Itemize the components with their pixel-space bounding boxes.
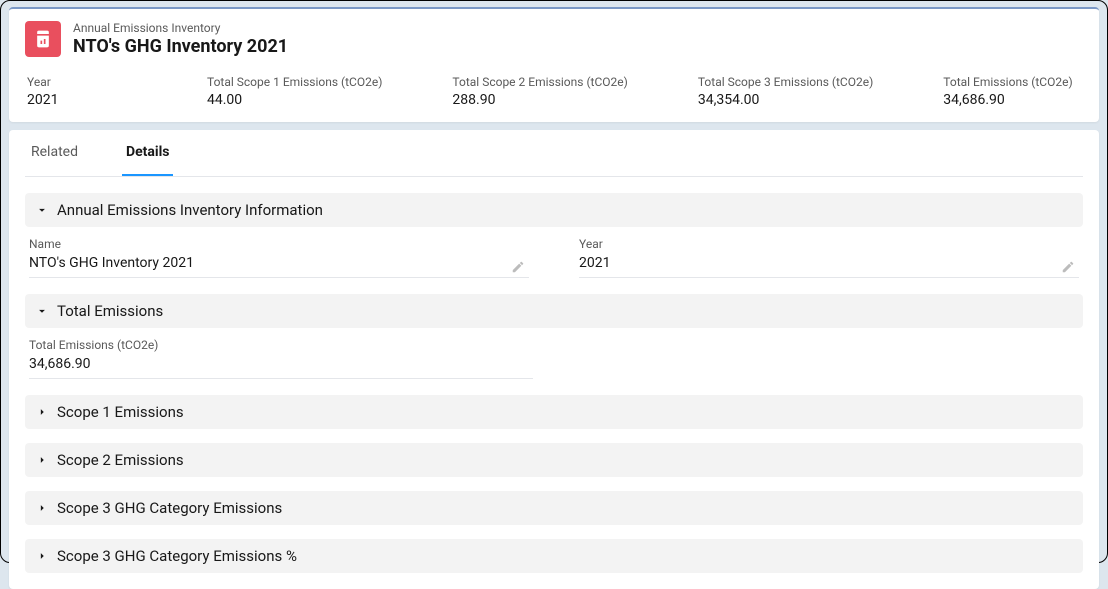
section-header-scope1[interactable]: Scope 1 Emissions	[25, 395, 1083, 429]
field-year: Year 2021	[579, 237, 1079, 278]
field-total-emissions: Total Emissions (tCO2e) 34,686.90	[29, 338, 533, 379]
field-label: Name	[29, 237, 529, 251]
highlight-value: 2021	[27, 92, 137, 108]
tab-details[interactable]: Details	[122, 130, 174, 176]
tab-related[interactable]: Related	[27, 130, 82, 176]
highlight-scope2: Total Scope 2 Emissions (tCO2e) 288.90	[452, 75, 627, 108]
detail-card: Related Details Annual Emissions Invento…	[9, 130, 1099, 589]
chevron-right-icon	[35, 501, 49, 515]
record-header: Annual Emissions Inventory NTO's GHG Inv…	[9, 7, 1099, 122]
highlight-value: 34,354.00	[698, 92, 873, 108]
chevron-right-icon	[35, 549, 49, 563]
highlight-value: 34,686.90	[943, 92, 1072, 108]
header-text: Annual Emissions Inventory NTO's GHG Inv…	[73, 21, 288, 57]
highlight-total: Total Emissions (tCO2e) 34,686.90	[943, 75, 1072, 108]
highlight-value: 288.90	[452, 92, 627, 108]
section-title: Annual Emissions Inventory Information	[57, 201, 323, 219]
object-type: Annual Emissions Inventory	[73, 21, 288, 35]
inventory-icon	[25, 21, 61, 57]
pencil-icon[interactable]	[1061, 259, 1075, 273]
tabs: Related Details	[25, 130, 1083, 177]
highlight-scope3: Total Scope 3 Emissions (tCO2e) 34,354.0…	[698, 75, 873, 108]
highlight-label: Total Scope 3 Emissions (tCO2e)	[698, 75, 873, 89]
header-top: Annual Emissions Inventory NTO's GHG Inv…	[25, 21, 1083, 57]
highlight-label: Total Scope 2 Emissions (tCO2e)	[452, 75, 627, 89]
field-label: Total Emissions (tCO2e)	[29, 338, 533, 352]
section-header-scope3pct[interactable]: Scope 3 GHG Category Emissions %	[25, 539, 1083, 573]
section-title: Scope 3 GHG Category Emissions %	[57, 547, 297, 565]
section-title: Total Emissions	[57, 302, 163, 320]
info-fields: Name NTO's GHG Inventory 2021 Year 2021	[25, 227, 1083, 280]
section-header-scope3cat[interactable]: Scope 3 GHG Category Emissions	[25, 491, 1083, 525]
pencil-icon[interactable]	[511, 259, 525, 273]
chevron-down-icon	[35, 203, 49, 217]
highlight-label: Year	[27, 75, 137, 89]
chevron-right-icon	[35, 405, 49, 419]
section-header-scope2[interactable]: Scope 2 Emissions	[25, 443, 1083, 477]
highlight-scope1: Total Scope 1 Emissions (tCO2e) 44.00	[207, 75, 382, 108]
section-title: Scope 1 Emissions	[57, 403, 184, 421]
section-title: Scope 3 GHG Category Emissions	[57, 499, 282, 517]
highlight-label: Total Scope 1 Emissions (tCO2e)	[207, 75, 382, 89]
highlight-value: 44.00	[207, 92, 382, 108]
chevron-right-icon	[35, 453, 49, 467]
chevron-down-icon	[35, 304, 49, 318]
field-value: 34,686.90	[29, 356, 533, 372]
section-header-info[interactable]: Annual Emissions Inventory Information	[25, 193, 1083, 227]
section-header-total[interactable]: Total Emissions	[25, 294, 1083, 328]
highlight-label: Total Emissions (tCO2e)	[943, 75, 1072, 89]
highlight-year: Year 2021	[27, 75, 137, 108]
field-name: Name NTO's GHG Inventory 2021	[29, 237, 529, 278]
total-fields: Total Emissions (tCO2e) 34,686.90	[25, 328, 1083, 381]
page-title: NTO's GHG Inventory 2021	[73, 36, 288, 57]
field-value: NTO's GHG Inventory 2021	[29, 255, 529, 271]
section-title: Scope 2 Emissions	[57, 451, 184, 469]
field-label: Year	[579, 237, 1079, 251]
highlights-panel: Year 2021 Total Scope 1 Emissions (tCO2e…	[25, 57, 1083, 108]
field-value: 2021	[579, 255, 1079, 271]
